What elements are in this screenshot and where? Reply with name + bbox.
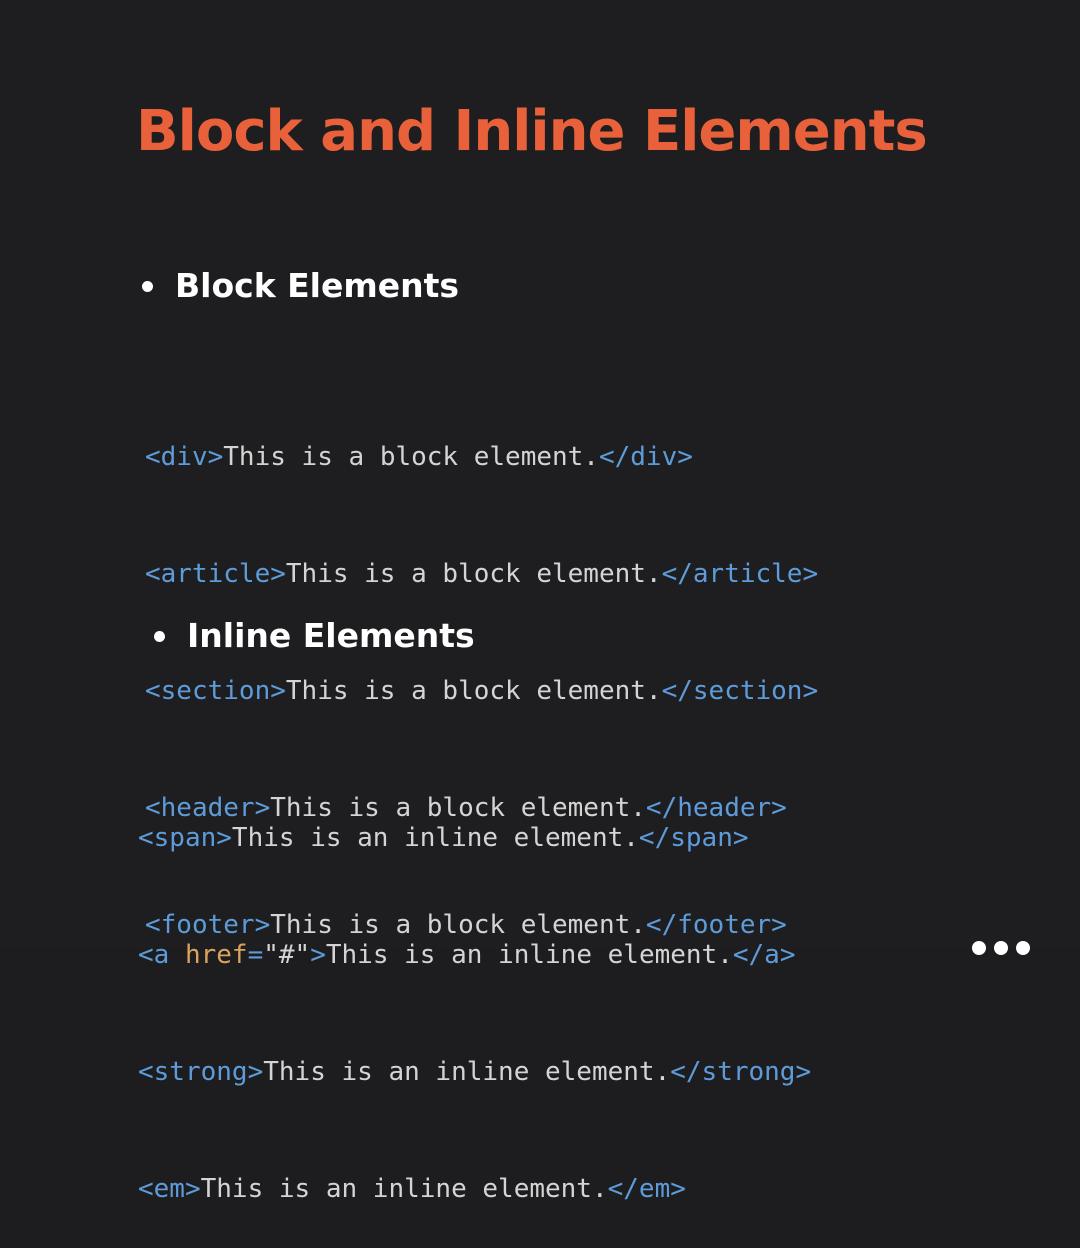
code-line-span: <span>This is an inline element.</span>: [138, 819, 811, 858]
close-tag: </a>: [732, 940, 796, 970]
code-line-section: <section>This is a block element.</secti…: [145, 672, 818, 711]
attribute-name: href: [184, 940, 248, 970]
close-tag: </div>: [598, 442, 693, 472]
close-tag: </strong>: [670, 1057, 812, 1087]
open-tag: <strong>: [138, 1057, 264, 1087]
open-tag: <em>: [138, 1174, 201, 1204]
code-text: This is an inline element.: [263, 1057, 671, 1087]
attribute-value: "#": [263, 940, 311, 970]
code-text: This is an inline element.: [325, 940, 733, 970]
close-tag: </em>: [607, 1174, 686, 1204]
open-tag-end: >: [310, 940, 326, 970]
code-text: This is a block element.: [285, 559, 662, 589]
open-tag-start: <a: [138, 940, 185, 970]
code-line-strong: <strong>This is an inline element.</stro…: [138, 1053, 811, 1092]
close-tag: </article>: [661, 559, 819, 589]
code-line-div: <div>This is a block element.</div>: [145, 438, 818, 477]
block-elements-heading: Block Elements: [142, 264, 459, 308]
close-tag: </span>: [638, 823, 749, 853]
inline-elements-heading: Inline Elements: [154, 614, 475, 658]
code-line-article: <article>This is a block element.</artic…: [145, 555, 818, 594]
slide-title: Block and Inline Elements: [136, 99, 928, 164]
page-indicator-dot: [972, 941, 986, 955]
open-tag: <div>: [145, 442, 224, 472]
code-text: This is an inline element.: [231, 823, 639, 853]
code-line-anchor: <a href="#">This is an inline element.</…: [138, 936, 811, 975]
open-tag: <article>: [145, 559, 286, 589]
close-tag: </section>: [661, 676, 819, 706]
inline-code-example: <span>This is an inline element.</span> …: [138, 741, 811, 1248]
code-line-em: <em>This is an inline element.</em>: [138, 1170, 811, 1209]
page-indicator-dot: [1016, 941, 1030, 955]
attribute-equals: =: [247, 940, 264, 970]
open-tag: <span>: [138, 823, 232, 853]
page-indicator-dot: [994, 941, 1008, 955]
code-text: This is an inline element.: [200, 1174, 608, 1204]
bullet-icon: [154, 630, 165, 642]
code-text: This is a block element.: [285, 676, 662, 706]
open-tag: <section>: [145, 676, 286, 706]
inline-elements-heading-label: Inline Elements: [187, 616, 475, 655]
code-text: This is a block element.: [223, 442, 599, 472]
bullet-icon: [142, 280, 153, 292]
block-elements-heading-label: Block Elements: [175, 266, 460, 305]
